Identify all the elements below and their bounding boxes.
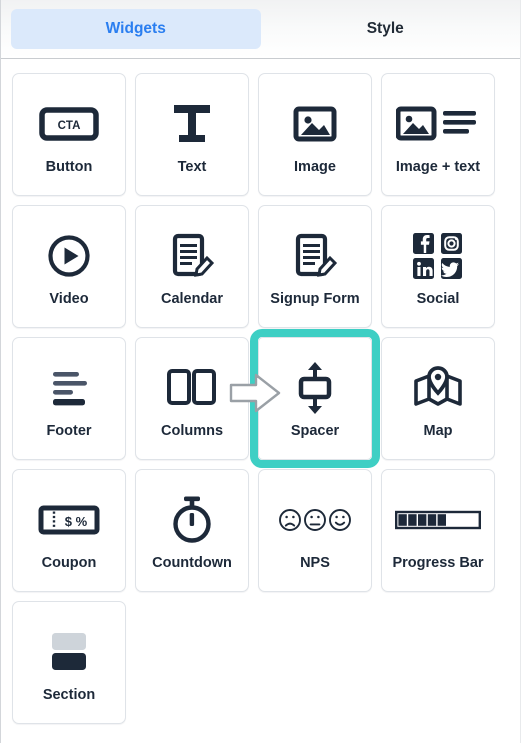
widget-tile-text[interactable]: Text — [135, 73, 249, 196]
widget-tile-nps[interactable]: NPS — [258, 469, 372, 592]
widgets-panel: Widgets Style CTA Button Text Image Imag… — [0, 0, 521, 743]
widget-tile-label: Video — [49, 291, 89, 308]
widget-tile-label: Social — [416, 291, 460, 308]
widget-tile-label: Image — [294, 159, 336, 176]
progress-bar-icon — [395, 489, 481, 551]
widget-tile-label: Map — [423, 423, 453, 440]
widget-tile-coupon[interactable]: $ % Coupon — [12, 469, 126, 592]
widget-tile-label: Columns — [160, 423, 224, 440]
coupon-icon: $ % — [38, 489, 100, 551]
image-text-icon — [396, 93, 480, 155]
widget-tile-calendar[interactable]: Calendar — [135, 205, 249, 328]
twitter-icon — [441, 258, 462, 280]
widget-tile-label: Signup Form — [270, 291, 360, 308]
section-blocks-icon — [47, 621, 91, 683]
widget-tile-spacer[interactable]: Spacer — [250, 329, 380, 468]
cta-button-icon: CTA — [39, 93, 99, 155]
text-t-icon — [170, 93, 214, 155]
widget-tile-video[interactable]: Video — [12, 205, 126, 328]
signup-form-icon — [292, 225, 338, 287]
widget-tile-label: Countdown — [152, 555, 232, 572]
widget-tile-label: Section — [42, 687, 96, 704]
spacer-arrows-icon — [291, 357, 339, 419]
svg-text:CTA: CTA — [58, 120, 81, 132]
widget-tile-signup-form[interactable]: Signup Form — [258, 205, 372, 328]
footer-lines-icon — [45, 357, 93, 419]
panel-tabbar: Widgets Style — [1, 0, 520, 59]
widget-tile-label: Footer — [46, 423, 92, 440]
widget-tile-section[interactable]: Section — [12, 601, 126, 724]
widget-tile-map[interactable]: Map — [381, 337, 495, 460]
widget-tile-image-text[interactable]: Image + text — [381, 73, 495, 196]
social-icons — [412, 225, 464, 287]
tab-style[interactable]: Style — [261, 9, 511, 49]
selected-highlight: Spacer — [250, 329, 380, 468]
widget-tile-label: NPS — [300, 555, 330, 572]
frown-face-icon — [279, 509, 301, 532]
facebook-icon — [413, 233, 434, 255]
smile-face-icon — [329, 509, 351, 532]
nps-faces-icon — [279, 489, 351, 551]
video-play-icon — [47, 225, 91, 287]
columns-icon — [166, 357, 218, 419]
widget-tile-label: Image + text — [395, 159, 481, 176]
map-pin-icon — [412, 357, 464, 419]
widget-grid: CTA Button Text Image Image + text Video… — [1, 59, 520, 724]
instagram-icon — [441, 233, 462, 255]
widget-tile-label: Spacer — [290, 423, 340, 440]
widget-tile-label: Text — [177, 159, 207, 176]
calendar-pencil-icon — [169, 225, 215, 287]
widget-tile-label: Progress Bar — [392, 555, 484, 572]
tab-widgets[interactable]: Widgets — [11, 9, 261, 49]
widget-tile-footer[interactable]: Footer — [12, 337, 126, 460]
neutral-face-icon — [304, 509, 326, 532]
image-icon — [293, 93, 337, 155]
widget-tile-social[interactable]: Social — [381, 205, 495, 328]
widget-tile-progress-bar[interactable]: Progress Bar — [381, 469, 495, 592]
widget-tile-button[interactable]: CTA Button — [12, 73, 126, 196]
widget-tile-label: Coupon — [41, 555, 97, 572]
widget-tile-columns[interactable]: Columns — [135, 337, 249, 460]
svg-text:$ %: $ % — [65, 514, 88, 529]
widget-tile-label: Calendar — [160, 291, 224, 308]
widget-tile-countdown[interactable]: Countdown — [135, 469, 249, 592]
widget-tile-label: Button — [45, 159, 93, 176]
linkedin-icon — [413, 258, 434, 280]
stopwatch-icon — [169, 489, 215, 551]
widget-tile-image[interactable]: Image — [258, 73, 372, 196]
